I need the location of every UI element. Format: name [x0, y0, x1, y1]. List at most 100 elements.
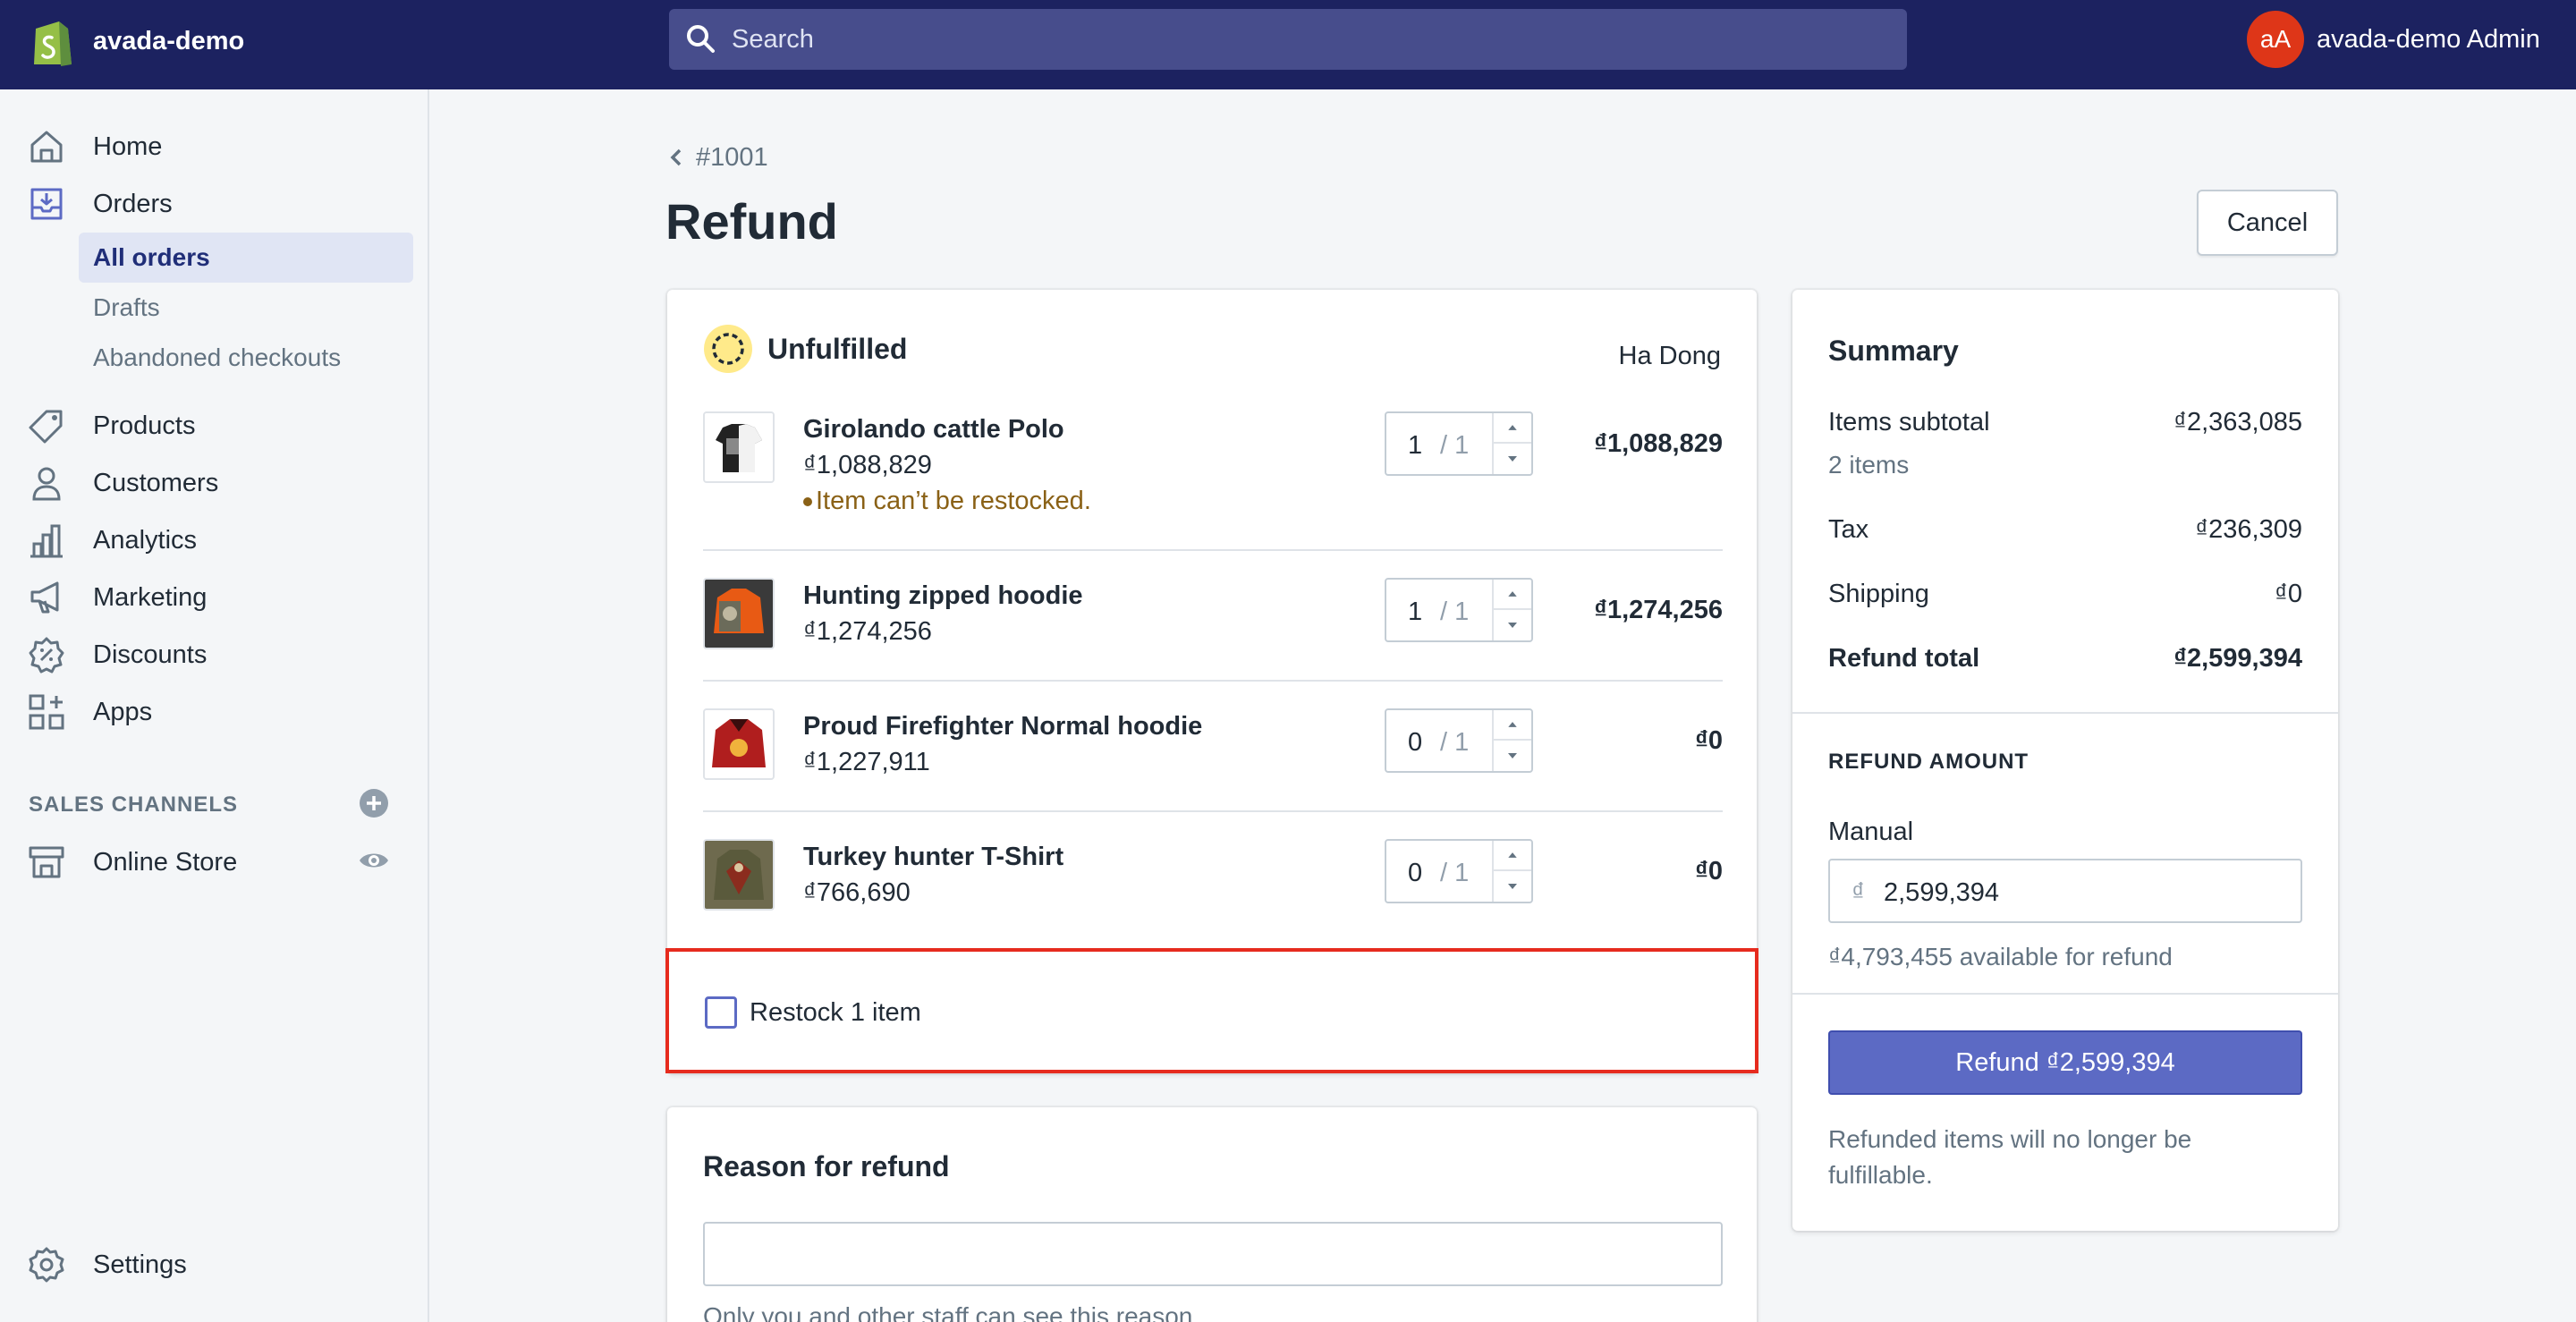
admin-name[interactable]: avada-demo Admin: [2317, 21, 2540, 57]
shopify-logo-icon[interactable]: [29, 16, 73, 68]
items-subtotal-row: Items subtotal ₫2,363,085: [1828, 404, 2302, 440]
tax-label: Tax: [1828, 515, 1869, 544]
item-total: ₫1,274,256: [1594, 596, 1723, 624]
megaphone-icon: [30, 581, 59, 614]
chevron-down-icon[interactable]: [1494, 871, 1531, 902]
avatar[interactable]: aA: [2247, 11, 2304, 68]
sidebar-item-label: Products: [93, 411, 196, 440]
sidebar-item-customers[interactable]: Customers: [0, 458, 429, 508]
sidebar-item-label: Settings: [93, 1250, 187, 1279]
sidebar-item-products[interactable]: Products: [0, 401, 429, 451]
sidebar-item-settings[interactable]: Settings: [0, 1240, 429, 1290]
refund-total-label: Refund total: [1828, 644, 1980, 673]
sidebar-item-label: Marketing: [93, 583, 208, 612]
fulfillment-location: Ha Dong: [1618, 342, 1721, 370]
refund-button[interactable]: Refund ₫2,599,394: [1828, 1030, 2302, 1095]
item-price: ₫766,690: [803, 878, 911, 907]
unfulfilled-status-icon: [704, 325, 752, 373]
stepper-controls: [1492, 413, 1531, 474]
item-name[interactable]: Girolando cattle Polo: [803, 411, 1064, 447]
tax-value: ₫236,309: [2195, 515, 2302, 544]
stepper-controls: [1492, 710, 1531, 771]
refund-amount-title: REFUND AMOUNT: [1828, 750, 2029, 774]
item-name[interactable]: Proud Firefighter Normal hoodie: [803, 708, 1202, 744]
shipping-row: Shipping ₫0: [1828, 576, 2302, 612]
refund-note: Refunded items will no longer be fulfill…: [1828, 1125, 2192, 1189]
line-item: Proud Firefighter Normal hoodie ₫1,227,9…: [703, 708, 1723, 785]
quantity-value[interactable]: 1: [1408, 428, 1422, 463]
quantity-stepper[interactable]: 1 / 1: [1385, 411, 1533, 476]
line-item: Girolando cattle Polo ₫1,088,829 Item ca…: [703, 411, 1723, 537]
product-thumbnail: [703, 411, 775, 483]
warning-dot-icon: [803, 497, 812, 506]
tag-icon: [29, 410, 63, 444]
bar-chart-icon: [30, 524, 63, 558]
sidebar-sub-label: All orders: [93, 243, 210, 271]
refund-amount-value[interactable]: 2,599,394: [1884, 875, 1999, 911]
sidebar-item-marketing[interactable]: Marketing: [0, 572, 429, 623]
line-item: Hunting zipped hoodie ₫1,274,256 1 / 1 ₫…: [703, 578, 1723, 655]
item-price: ₫1,088,829: [803, 451, 932, 479]
item-divider: [703, 680, 1723, 682]
reason-input[interactable]: [703, 1222, 1723, 1286]
quantity-stepper[interactable]: 1 / 1: [1385, 578, 1533, 642]
orders-icon: [30, 188, 63, 220]
quantity-value[interactable]: 0: [1408, 855, 1422, 891]
quantity-stepper[interactable]: 0 / 1: [1385, 708, 1533, 773]
sidebar-item-apps[interactable]: Apps: [0, 687, 429, 737]
sidebar-sub-drafts[interactable]: Drafts: [79, 283, 413, 333]
items-count: 2 items: [1828, 451, 1910, 479]
chevron-down-icon[interactable]: [1494, 610, 1531, 640]
item-name[interactable]: Turkey hunter T-Shirt: [803, 839, 1063, 875]
page-title: Refund: [665, 193, 838, 250]
sidebar-sub-abandoned-checkouts[interactable]: Abandoned checkouts: [79, 333, 413, 383]
fulfillment-status: Unfulfilled: [767, 333, 908, 365]
item-name[interactable]: Hunting zipped hoodie: [803, 578, 1083, 614]
quantity-max: / 1: [1440, 597, 1470, 626]
chevron-up-icon[interactable]: [1494, 580, 1531, 610]
refund-amount-input[interactable]: ₫ 2,599,394: [1828, 859, 2302, 923]
manual-label: Manual: [1828, 818, 1914, 846]
quantity-stepper[interactable]: 0 / 1: [1385, 839, 1533, 903]
person-icon: [32, 467, 61, 501]
restock-checkbox[interactable]: [705, 996, 737, 1029]
quantity-value[interactable]: 1: [1408, 594, 1422, 630]
sidebar-sub-label: Drafts: [93, 293, 160, 321]
product-thumbnail: [703, 578, 775, 649]
restock-section-highlight: Restock 1 item: [665, 948, 1758, 1073]
chevron-up-icon[interactable]: [1494, 710, 1531, 741]
search-bar[interactable]: Search: [669, 9, 1907, 70]
restock-label[interactable]: Restock 1 item: [750, 995, 921, 1030]
add-channel-icon[interactable]: [358, 787, 390, 819]
refund-total-value: ₫2,599,394: [2174, 644, 2302, 673]
chevron-down-icon[interactable]: [1494, 741, 1531, 771]
cancel-button[interactable]: Cancel: [2197, 190, 2338, 256]
sidebar-item-discounts[interactable]: Discounts: [0, 630, 429, 680]
quantity-value[interactable]: 0: [1408, 725, 1422, 760]
breadcrumb-label: #1001: [696, 143, 768, 172]
chevron-left-icon: [670, 148, 682, 166]
chevron-down-icon[interactable]: [1494, 444, 1531, 474]
quantity-max: / 1: [1440, 431, 1470, 460]
discount-icon: [29, 637, 64, 674]
gear-icon: [29, 1247, 64, 1283]
reason-card: Reason for refund Only you and other sta…: [667, 1107, 1757, 1322]
store-icon: [29, 846, 64, 878]
summary-title: Summary: [1828, 335, 1959, 367]
store-name[interactable]: avada-demo: [93, 23, 244, 59]
sidebar-item-label: Online Store: [93, 848, 238, 877]
item-total: ₫1,088,829: [1594, 429, 1723, 458]
sidebar-item-label: Apps: [93, 698, 153, 726]
eye-icon[interactable]: [358, 844, 390, 877]
sidebar-item-orders[interactable]: Orders: [0, 179, 429, 229]
chevron-up-icon[interactable]: [1494, 413, 1531, 444]
apps-icon: [29, 694, 64, 730]
currency-symbol: ₫: [1852, 878, 1865, 907]
sidebar-sub-all-orders[interactable]: All orders: [79, 233, 413, 283]
search-input[interactable]: Search: [732, 21, 814, 57]
search-icon: [687, 25, 715, 53]
sidebar-item-analytics[interactable]: Analytics: [0, 515, 429, 565]
sidebar-item-home[interactable]: Home: [0, 122, 429, 172]
summary-divider: [1792, 993, 2338, 995]
chevron-up-icon[interactable]: [1494, 841, 1531, 871]
